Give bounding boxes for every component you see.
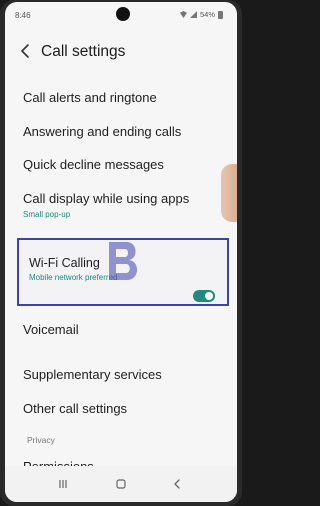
battery-percent: 54% <box>199 10 215 19</box>
menu-item-other[interactable]: Other call settings <box>23 401 127 416</box>
status-bar: 8:46 54% <box>5 2 237 28</box>
page-title: Call settings <box>41 43 126 60</box>
toggle-knob <box>205 292 213 300</box>
watermark-logo <box>109 242 138 280</box>
wifi-calling-label: Wi-Fi Calling <box>29 256 100 270</box>
screen: 8:46 54% Call settings Call alerts and r… <box>5 2 237 502</box>
section-header-privacy: Privacy <box>27 435 55 445</box>
call-display-sub: Small pop-up <box>23 210 71 219</box>
battery-icon <box>218 10 223 19</box>
finger <box>221 164 237 222</box>
navigation-bar <box>5 466 237 502</box>
menu-item-answering[interactable]: Answering and ending calls <box>23 124 181 139</box>
menu-item-call-alerts[interactable]: Call alerts and ringtone <box>23 90 157 105</box>
phone-frame: 8:46 54% Call settings Call alerts and r… <box>0 0 242 506</box>
signal-icon <box>189 11 197 18</box>
menu-item-call-display[interactable]: Call display while using apps <box>23 191 189 206</box>
menu-item-voicemail[interactable]: Voicemail <box>23 322 79 337</box>
status-time: 8:46 <box>15 11 31 20</box>
header: Call settings <box>5 38 237 68</box>
menu-item-quick-decline[interactable]: Quick decline messages <box>23 157 164 172</box>
recents-icon[interactable] <box>57 478 69 490</box>
chevron-left-icon[interactable] <box>17 41 35 61</box>
menu-item-supplementary[interactable]: Supplementary services <box>23 367 162 382</box>
home-icon[interactable] <box>115 478 127 490</box>
back-nav-icon[interactable] <box>171 478 183 490</box>
wifi-calling-toggle[interactable] <box>193 290 215 302</box>
wifi-status-icon <box>179 11 187 18</box>
status-icons: 54% <box>179 10 223 19</box>
camera-cutout <box>116 7 130 21</box>
